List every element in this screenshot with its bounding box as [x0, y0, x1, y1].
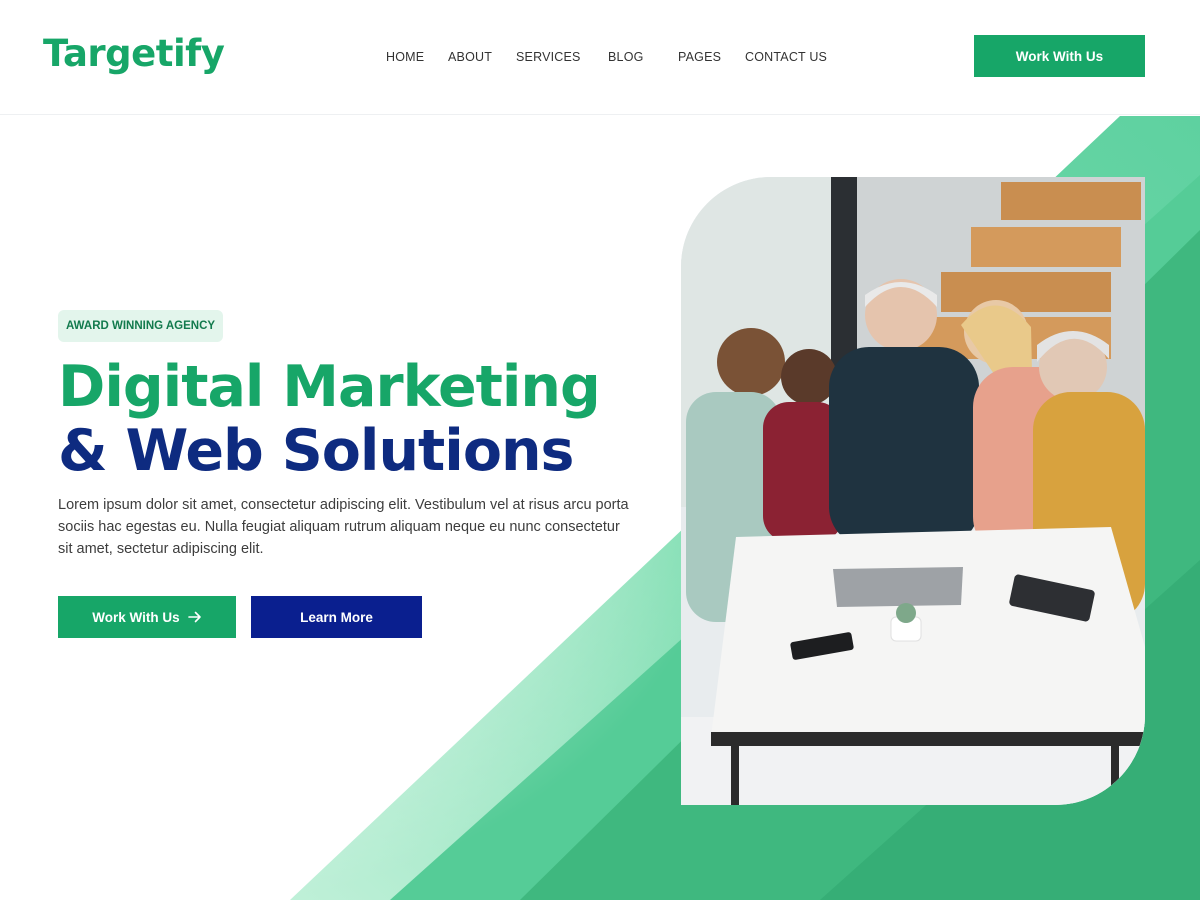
nav-item-pages[interactable]: PAGES: [678, 50, 721, 64]
hero-description: Lorem ipsum dolor sit amet, consectetur …: [58, 497, 629, 557]
work-with-us-label: Work With Us: [92, 609, 180, 625]
work-with-us-button[interactable]: Work With Us: [58, 596, 236, 638]
nav-item-about[interactable]: ABOUT: [448, 50, 492, 64]
nav-item-services[interactable]: SERVICES: [516, 50, 581, 64]
learn-more-label: Learn More: [300, 609, 373, 625]
arrow-right-icon: [187, 611, 201, 623]
team-meeting-illustration: [681, 177, 1145, 805]
hero-team-photo: [681, 177, 1145, 805]
header-work-with-us-button[interactable]: Work With Us: [974, 35, 1145, 77]
headline-line-2: & Web Solutions: [58, 418, 574, 484]
award-badge-label: AWARD WINNING AGENCY: [66, 320, 216, 332]
headline-line-1: Digital Marketing: [58, 354, 601, 420]
hero-headline: Digital Marketing & Web Solutions: [58, 354, 601, 484]
nav-item-blog[interactable]: BLOG: [608, 50, 644, 64]
award-badge: AWARD WINNING AGENCY: [58, 310, 224, 342]
learn-more-button[interactable]: Learn More: [251, 596, 422, 638]
nav-item-home[interactable]: HOME: [386, 50, 424, 64]
site-header: Targetify HOME ABOUT SERVICES BLOG PAGES…: [0, 0, 1200, 115]
nav-item-contact-us[interactable]: CONTACT US: [745, 50, 827, 64]
